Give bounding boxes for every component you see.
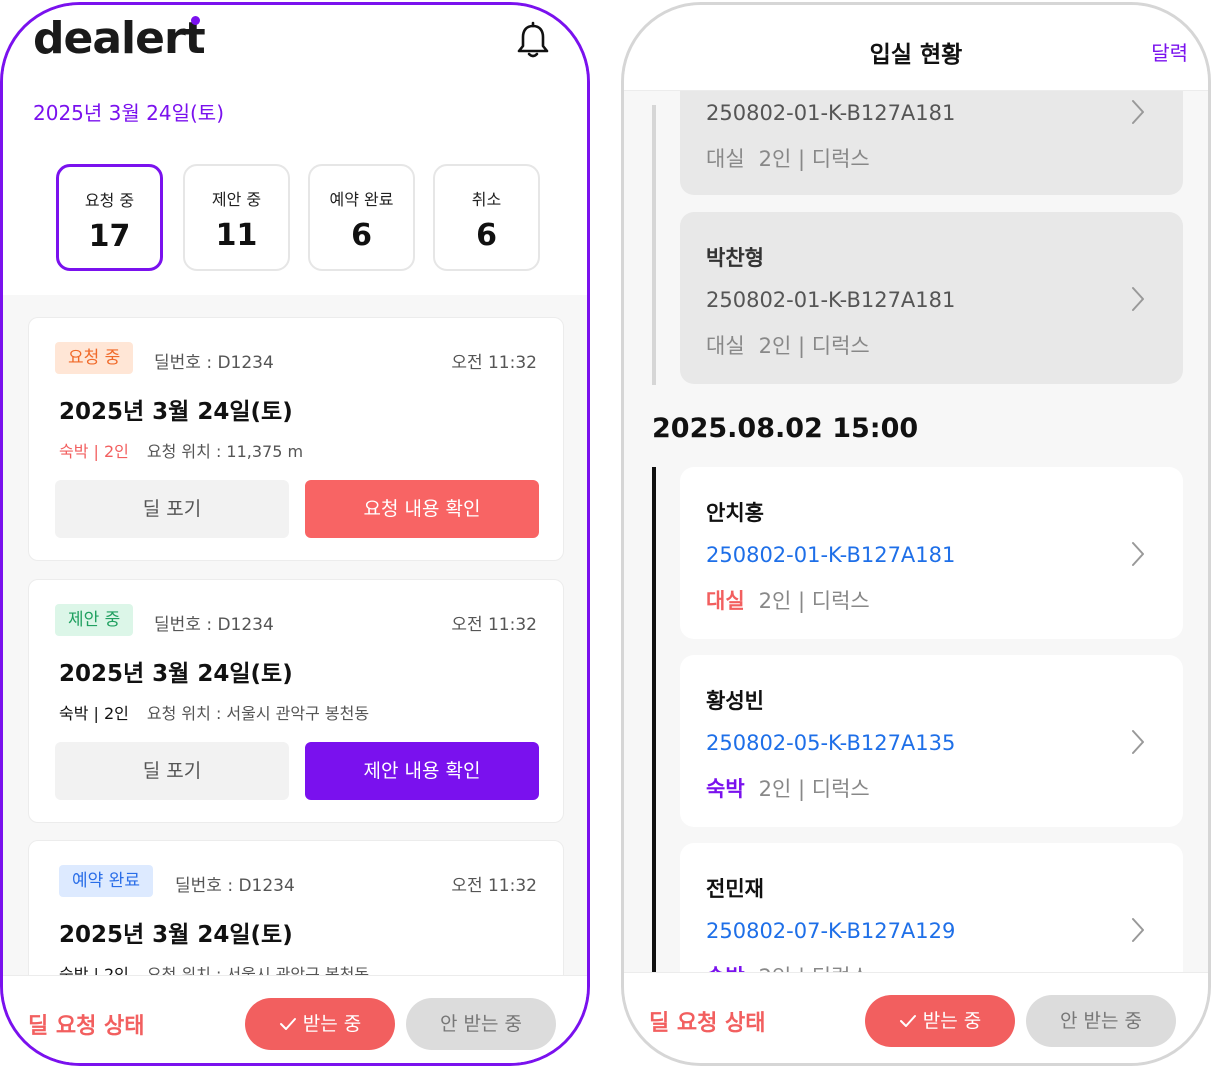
stay-type: 대실 [706,589,745,613]
group-datetime: 2025.08.02 15:00 [652,413,919,444]
deal-date: 2025년 3월 24일(토) [59,922,293,948]
brand-logo-dot [191,16,200,25]
tile-count: 11 [215,218,258,253]
tile-label: 취소 [471,190,502,209]
tile-count: 6 [476,218,497,253]
request-location: 요청 위치 : 11,375 m [146,442,304,461]
tile-count: 6 [351,218,372,253]
chevron-right-icon [1131,541,1145,571]
deal-info: 숙박 | 2인 요청 위치 : 서울시 관악구 봉천동 [59,700,369,724]
not-receiving-toggle[interactable]: 안 받는 중 [406,998,556,1050]
receiving-label: 받는 중 [922,1010,982,1032]
view-proposal-button[interactable]: 제안 내용 확인 [305,742,539,800]
stay-type: 대실 [706,147,745,171]
check-icon [279,999,297,1051]
deal-list-screen: dealert 2025년 3월 24일(토) 요청 중 17 제안 중 11 … [0,2,590,1066]
guest-name: 안치홍 [706,501,764,525]
check-icon [899,996,917,1048]
receiving-toggle[interactable]: 받는 중 [865,995,1015,1047]
view-request-button[interactable]: 요청 내용 확인 [305,480,539,538]
stay-type: 숙박 | 2인 [59,442,129,461]
tile-label: 예약 완료 [329,190,394,209]
guest-name: 전민재 [706,877,764,901]
status-tile-requesting[interactable]: 요청 중 17 [56,164,163,271]
room-info: 2인 | 디럭스 [758,589,870,613]
tile-label: 요청 중 [84,191,135,210]
deal-number: 딜번호 : D1234 [175,876,295,896]
brand-logo: dealert [33,13,206,64]
tile-label: 제안 중 [211,190,262,209]
checkin-item[interactable]: 황성빈 250802-05-K-B127A135 숙박 2인 | 디럭스 [680,655,1183,827]
deal-date: 2025년 3월 24일(토) [59,661,293,687]
reservation-code: 250802-07-K-B127A129 [706,919,956,943]
checkin-header: 입실 현황 달력 [624,5,1208,91]
status-badge: 요청 중 [55,342,134,374]
deal-time: 오전 11:32 [451,876,537,896]
deal-number: 딜번호 : D1234 [154,615,274,635]
checkin-status-screen: 입실 현황 달력 250802-01-K-B127A181 대실 2인 | 디럭스… [621,2,1211,1066]
deal-card-requesting[interactable]: 요청 중 딜번호 : D1234 오전 11:32 2025년 3월 24일(토… [28,317,564,561]
room-info: 2인 | 디럭스 [758,777,870,801]
chevron-right-icon [1131,729,1145,759]
reservation-info: 대실 2인 | 디럭스 [706,330,870,360]
checkin-item-past[interactable]: 박찬형 250802-01-K-B127A181 대실 2인 | 디럭스 [680,212,1183,384]
receiving-toggle[interactable]: 받는 중 [245,998,395,1050]
not-receiving-toggle[interactable]: 안 받는 중 [1026,995,1176,1047]
chevron-right-icon [1131,99,1145,129]
page-title: 입실 현황 [869,42,963,68]
status-badge: 제안 중 [55,604,134,636]
deal-card-proposing[interactable]: 제안 중 딜번호 : D1234 오전 11:32 2025년 3월 24일(토… [28,579,564,823]
tile-count: 17 [88,219,131,254]
stay-type: 대실 [706,334,745,358]
deal-date: 2025년 3월 24일(토) [59,399,293,425]
reservation-info: 숙박 2인 | 디럭스 [706,773,870,803]
deal-time: 오전 11:32 [451,615,537,635]
timeline-line-past [652,105,656,385]
stay-type: 숙박 [706,777,745,801]
deal-number: 딜번호 : D1234 [154,353,274,373]
reservation-info: 대실 2인 | 디럭스 [706,585,870,615]
give-up-button[interactable]: 딜 포기 [55,480,289,538]
timeline-line-active [652,467,656,987]
receiving-label: 받는 중 [302,1013,362,1035]
reservation-code: 250802-01-K-B127A181 [706,101,956,125]
deal-info: 숙박 | 2인 요청 위치 : 11,375 m [59,438,303,462]
guest-name: 박찬형 [706,246,764,270]
calendar-link[interactable]: 달력 [1151,37,1188,66]
deal-status-label: 딜 요청 상태 [649,1011,766,1036]
today-date: 2025년 3월 24일(토) [33,101,224,125]
checkin-item[interactable]: 안치홍 250802-01-K-B127A181 대실 2인 | 디럭스 [680,467,1183,639]
chevron-right-icon [1131,286,1145,316]
deal-status-bar: 딜 요청 상태 받는 중 안 받는 중 [624,972,1208,1063]
give-up-button[interactable]: 딜 포기 [55,742,289,800]
reservation-code: 250802-05-K-B127A135 [706,731,956,755]
room-info: 2인 | 디럭스 [758,334,870,358]
status-tile-cancelled[interactable]: 취소 6 [433,164,540,271]
request-location: 요청 위치 : 서울시 관악구 봉천동 [146,704,370,723]
stay-type: 숙박 | 2인 [59,704,129,723]
guest-name: 황성빈 [706,689,764,713]
reservation-code: 250802-01-K-B127A181 [706,543,956,567]
deal-status-bar: 딜 요청 상태 받는 중 안 받는 중 [3,975,587,1063]
home-header: dealert 2025년 3월 24일(토) 요청 중 17 제안 중 11 … [3,5,587,295]
reservation-code: 250802-01-K-B127A181 [706,288,956,312]
room-info: 2인 | 디럭스 [758,147,870,171]
status-tile-reserved[interactable]: 예약 완료 6 [308,164,415,271]
status-badge: 예약 완료 [59,865,153,897]
reservation-info: 대실 2인 | 디럭스 [706,143,870,173]
deal-time: 오전 11:32 [451,353,537,373]
chevron-right-icon [1131,917,1145,947]
bell-icon[interactable] [513,21,553,65]
status-tile-proposing[interactable]: 제안 중 11 [183,164,290,271]
deal-status-label: 딜 요청 상태 [28,1014,145,1039]
